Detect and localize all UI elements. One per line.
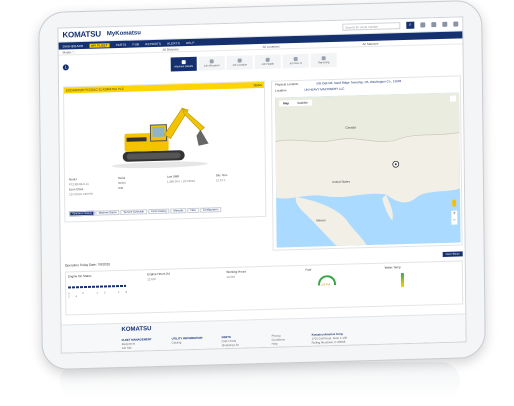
nav-my-fleet[interactable]: MY FLEET xyxy=(89,42,110,48)
engine-timeline-bar xyxy=(68,284,127,289)
footer: KOMATSU FLEET MANAGEMENT Equipment Job S… xyxy=(61,313,467,354)
files-button[interactable]: Files xyxy=(187,207,199,214)
fullscreen-icon[interactable] xyxy=(450,95,457,102)
fuel-label: Fuel xyxy=(305,267,312,272)
map-type-satellite[interactable]: Satellite xyxy=(293,100,312,107)
settings-icon[interactable] xyxy=(442,21,448,27)
stage: KOMATSU MyKomatsu Search for serial numb… xyxy=(0,0,514,406)
engine-hours: Engine Hours (h) 12,616 xyxy=(145,268,225,312)
engine-hours-value: 12,616 xyxy=(147,277,156,282)
filter-division[interactable]: All Divisions xyxy=(163,45,259,51)
manuals-button[interactable]: Manuals xyxy=(170,208,187,214)
location-map[interactable]: Map Satellite United States Mexico Canad… xyxy=(275,92,461,248)
footer-logo: KOMATSU xyxy=(121,326,152,333)
spec-value: 12/7/2019 1:30 PM xyxy=(69,191,93,197)
street-view-pegman-icon[interactable] xyxy=(452,199,457,207)
timeline-ticks: 0 6 12 18 24 xyxy=(68,290,134,299)
tab-reporting[interactable]: Reporting xyxy=(310,52,337,68)
search-button[interactable]: ⌕ xyxy=(406,21,415,29)
map-label-us: United States xyxy=(331,179,350,185)
parts-catalog-button[interactable]: Parts Catalog xyxy=(147,208,170,215)
machine-specs: Model Serial Last SMR Site Time PC138USL… xyxy=(69,172,265,196)
machine-status-button[interactable]: Machine Status xyxy=(95,209,120,216)
tab-job-history[interactable]: Job Hist. C xyxy=(282,53,309,69)
user-icon[interactable] xyxy=(420,22,426,28)
tab-job-location[interactable]: Job Location xyxy=(226,55,253,70)
tab-job-allocation[interactable]: Job Allocation xyxy=(198,55,225,71)
footer-col-parts: PARTS Order Parts Shopping List xyxy=(221,334,239,348)
machine-header: EXCAVATOR PC210LC-11 KOMATSU PLC Status xyxy=(63,81,264,94)
map-zoom-control[interactable]: + − xyxy=(451,210,458,225)
section-number-badge: 1 xyxy=(62,64,69,71)
filter-location[interactable]: All Locations xyxy=(263,42,359,48)
map-land xyxy=(275,92,461,246)
map-label-mexico: Mexico xyxy=(316,218,326,223)
machine-status-link[interactable]: Status xyxy=(253,83,262,87)
footer-col-legal: Privacy Conditions Help xyxy=(271,333,285,346)
notification-icon[interactable] xyxy=(431,22,437,28)
water-temp: Water Temp xyxy=(383,261,463,305)
view-history-button[interactable]: View History xyxy=(442,251,463,257)
tab-machine-details[interactable]: Machine Details xyxy=(170,56,197,72)
search-input[interactable]: Search for serial number xyxy=(342,22,401,31)
machine-header-title: EXCAVATOR PC210LC-11 KOMATSU PLC xyxy=(66,86,124,93)
nav-help[interactable]: HELP xyxy=(186,40,195,44)
filter-status[interactable]: All Statuses xyxy=(362,39,458,45)
footer-col-fleet: FLEET MANAGEMENT Equipment Job Site xyxy=(121,337,152,350)
nav-pub[interactable]: PUB xyxy=(132,42,139,46)
machine-card: EXCAVATOR PC210LC-11 KOMATSU PLC Status xyxy=(62,80,267,223)
filter-model[interactable]: Model / ... xyxy=(63,47,159,54)
map-label-canada: Canada xyxy=(345,125,356,130)
working-hours: Working Hours 12,540 xyxy=(224,266,304,310)
nav-reports[interactable]: REPORTS xyxy=(145,41,161,45)
engine-on-status: Engine On Status 0 6 12 18 24 xyxy=(66,270,146,314)
tablet-device: KOMATSU MyKomatsu Search for serial numb… xyxy=(38,0,486,371)
operation-title: Operation Today Date: 7/8/2020 xyxy=(64,261,111,268)
location-label: Location xyxy=(274,88,287,93)
brand-logo[interactable]: KOMATSU xyxy=(62,29,101,39)
nav-dashboard[interactable]: DASHBOARD xyxy=(63,43,84,48)
service-schedule-button[interactable]: Service Schedule xyxy=(120,209,147,215)
location-value[interactable]: UN HEAVY MACHINERY LLC xyxy=(304,87,344,92)
operation-status-button[interactable]: Operation Status xyxy=(69,210,95,217)
map-type-map[interactable]: Map xyxy=(279,100,293,106)
configuration-button[interactable]: Configuration xyxy=(199,207,222,213)
thermometer-icon xyxy=(400,273,404,288)
cart-icon[interactable] xyxy=(453,21,459,27)
location-card: Physical Location 505 Oak Rd, Sand Ridge… xyxy=(270,75,463,251)
nav-parts[interactable]: PARTS xyxy=(116,42,127,46)
nav-alerts[interactable]: ALERTS xyxy=(167,41,180,45)
water-temp-label: Water Temp xyxy=(384,265,401,270)
physical-location-label: Physical Location xyxy=(274,81,299,87)
fuel: Fuel 1/2 Full xyxy=(303,264,383,308)
tab-job-health[interactable]: Job Health xyxy=(254,54,281,70)
detail-tabs: Machine Details Job Allocation Job Locat… xyxy=(170,52,337,72)
app-name: MyKomatsu xyxy=(106,29,141,37)
fuel-value: 1/2 Full xyxy=(321,283,331,287)
working-hours-value: 12,540 xyxy=(226,274,235,280)
operation-card: Engine On Status 0 6 12 18 24 Engine Hou… xyxy=(64,260,464,316)
map-type-toggle: Map Satellite xyxy=(279,99,312,107)
footer-col-utility: UTILITY INFORMATION Catalog xyxy=(171,335,203,345)
tablet-screen: KOMATSU MyKomatsu Search for serial numb… xyxy=(57,16,467,354)
machine-actions: Operation Status Machine Status Service … xyxy=(69,206,265,217)
footer-col-company: Komatsu America Corp. 1701 Golf Road, Su… xyxy=(311,331,348,345)
engine-on-label: Engine On Status xyxy=(67,273,92,279)
spec-value xyxy=(118,190,167,195)
excavator-image xyxy=(111,107,209,169)
